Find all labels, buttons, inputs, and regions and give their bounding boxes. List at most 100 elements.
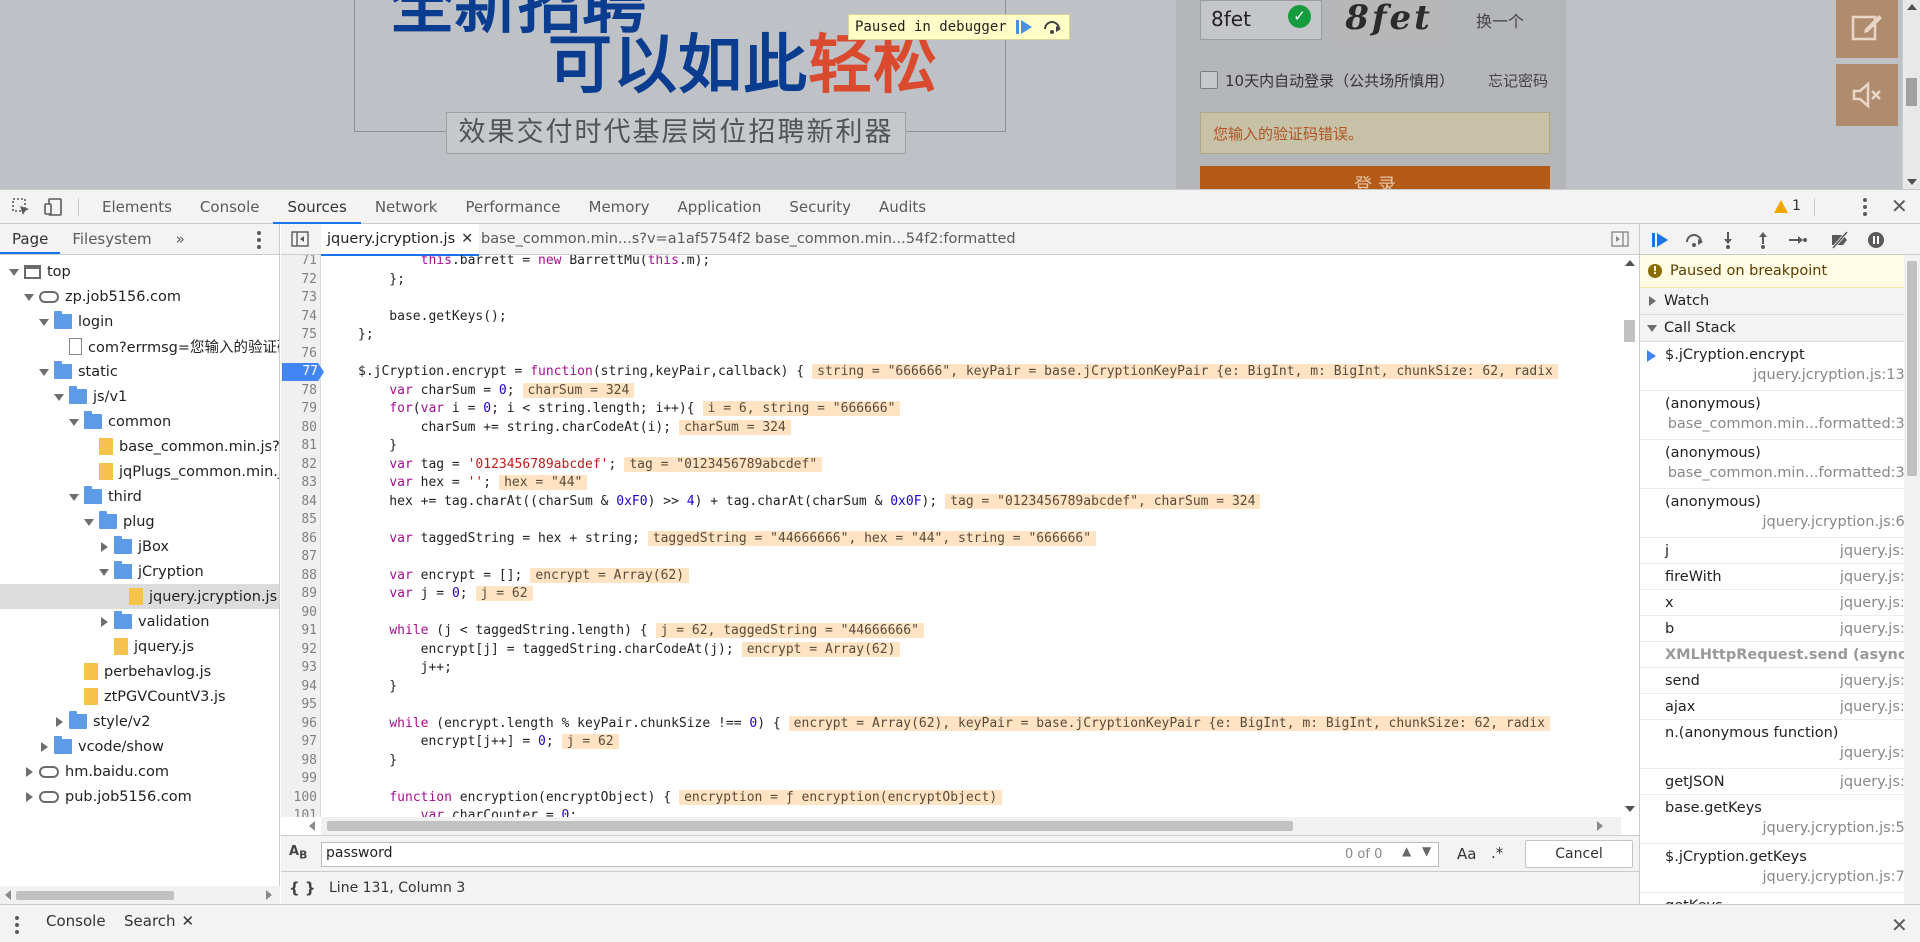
editor-tab-base-common[interactable]: base_common.min...s?v=a1af5754f2 xyxy=(481,224,751,255)
search-input[interactable]: password xyxy=(321,842,1439,867)
call-frame[interactable]: ajax jquery.js:4 xyxy=(1640,694,1920,720)
tree-item[interactable]: login xyxy=(0,309,279,334)
frame-location[interactable]: jquery.js:4 xyxy=(1640,744,1920,766)
deactivate-breakpoints-icon[interactable] xyxy=(1830,230,1850,250)
tree-item[interactable]: perbehavlog.js xyxy=(0,659,279,684)
collapsed-arrow-icon[interactable] xyxy=(98,541,110,553)
expanded-arrow-icon[interactable] xyxy=(38,366,50,378)
tab-page[interactable]: Page xyxy=(0,224,61,254)
step-into-icon[interactable] xyxy=(1718,230,1738,250)
close-drawer-icon[interactable]: ✕ xyxy=(1891,915,1908,935)
devtools-menu-icon[interactable] xyxy=(1862,198,1868,216)
step-over-icon[interactable] xyxy=(1041,17,1063,37)
tab-network[interactable]: Network xyxy=(361,190,452,224)
toggle-navigator-icon[interactable] xyxy=(291,231,309,251)
collapsed-arrow-icon[interactable] xyxy=(23,791,35,803)
regex-toggle[interactable]: .* xyxy=(1491,844,1503,862)
editor-tab-base-common-formatted[interactable]: base_common.min...54f2:formatted xyxy=(755,224,1016,255)
step-over-icon[interactable] xyxy=(1684,230,1704,250)
call-frame[interactable]: getKeysbase_common.min...formatted:33 xyxy=(1640,893,1920,904)
code-line[interactable]: 90 xyxy=(281,604,1621,622)
tree-item[interactable]: jqPlugs_common.min.js xyxy=(0,459,279,484)
line-number[interactable]: 96 xyxy=(281,715,317,733)
line-number[interactable]: 86 xyxy=(281,530,317,548)
code-line[interactable]: 75}; xyxy=(281,326,1621,344)
tree-item[interactable]: validation xyxy=(0,609,279,634)
code-line[interactable]: 89 var j = 0; j = 62 xyxy=(281,585,1621,603)
toggle-debugger-icon[interactable] xyxy=(1611,231,1629,251)
code-line[interactable]: 73 xyxy=(281,289,1621,307)
call-stack-section-header[interactable]: Call Stack xyxy=(1640,315,1920,342)
edit-tile[interactable] xyxy=(1836,0,1898,58)
tree-item[interactable]: common xyxy=(0,409,279,434)
tree-item[interactable]: com?errmsg=您输入的验证码错误。 xyxy=(0,334,279,359)
editor-vertical-scrollbar[interactable] xyxy=(1621,255,1639,817)
expanded-arrow-icon[interactable] xyxy=(23,291,35,303)
call-frame[interactable]: base.getKeys jquery.jcryption.js:57 xyxy=(1640,795,1920,844)
device-toolbar-icon[interactable] xyxy=(44,198,62,216)
code-line[interactable]: 93 j++; xyxy=(281,659,1621,677)
tab-filesystem[interactable]: Filesystem xyxy=(60,224,163,254)
captcha-refresh-link[interactable]: 换一个 xyxy=(1476,8,1524,32)
drawer-tab-search[interactable]: Search ✕ xyxy=(124,912,194,930)
expanded-arrow-icon[interactable] xyxy=(38,316,50,328)
forgot-password-link[interactable]: 忘记密码 xyxy=(1488,70,1548,91)
line-number[interactable]: 81 xyxy=(281,437,317,455)
code-line[interactable]: 81 } xyxy=(281,437,1621,455)
close-tab-icon[interactable]: ✕ xyxy=(461,231,473,247)
tree-item[interactable]: jBox xyxy=(0,534,279,559)
line-number[interactable]: 98 xyxy=(281,752,317,770)
line-number[interactable]: 87 xyxy=(281,548,317,566)
captcha-image[interactable]: 8fet xyxy=(1334,0,1444,42)
line-number[interactable]: 85 xyxy=(281,511,317,529)
breakpoint-marker[interactable]: 77 xyxy=(282,363,324,381)
drawer-menu-icon[interactable] xyxy=(14,916,20,934)
line-number[interactable]: 99 xyxy=(281,770,317,788)
tree-item[interactable]: jquery.js xyxy=(0,634,279,659)
tree-item[interactable]: jquery.jcryption.js xyxy=(0,584,279,609)
tree-item[interactable]: jCryption xyxy=(0,559,279,584)
line-number[interactable]: 75 xyxy=(281,326,317,344)
code-line[interactable]: 85 xyxy=(281,511,1621,529)
line-number[interactable]: 92 xyxy=(281,641,317,659)
call-frame[interactable]: x jquery.js:4 xyxy=(1640,590,1920,616)
code-line[interactable]: 99 xyxy=(281,770,1621,788)
tree-item[interactable]: static xyxy=(0,359,279,384)
line-number[interactable]: 90 xyxy=(281,604,317,622)
search-previous-icon[interactable]: ▲ xyxy=(1402,844,1411,858)
drawer-tab-console[interactable]: Console xyxy=(46,912,106,930)
watch-section-header[interactable]: Watch xyxy=(1640,288,1920,315)
line-number[interactable]: 93 xyxy=(281,659,317,677)
line-number[interactable]: 82 xyxy=(281,456,317,474)
debugger-scrollbar[interactable] xyxy=(1904,255,1920,904)
frame-location[interactable]: base_common.min...formatted:33 xyxy=(1640,415,1920,437)
code-line[interactable]: 79 for(var i = 0; i < string.length; i++… xyxy=(281,400,1621,418)
resume-icon[interactable] xyxy=(1013,17,1035,37)
call-frame[interactable]: getJSON jquery.js:4 xyxy=(1640,769,1920,795)
code-line-breakpoint[interactable]: 77 $.jCryption.encrypt = function(string,… xyxy=(281,363,1621,381)
line-number[interactable]: 101 xyxy=(281,807,317,817)
navigator-menu-icon[interactable] xyxy=(256,231,262,249)
navigator-scrollbar[interactable] xyxy=(0,886,280,904)
line-number[interactable]: 74 xyxy=(281,308,317,326)
tree-item[interactable]: top xyxy=(0,259,279,284)
tab-application[interactable]: Application xyxy=(664,190,776,224)
frame-location[interactable]: jquery.jcryption.js:60 xyxy=(1640,513,1920,535)
step-icon[interactable] xyxy=(1787,230,1807,250)
line-number[interactable]: 91 xyxy=(281,622,317,640)
code-line[interactable]: 82 var tag = '0123456789abcdef'; tag = "0… xyxy=(281,456,1621,474)
tab-security[interactable]: Security xyxy=(775,190,865,224)
code-line[interactable]: 95 xyxy=(281,696,1621,714)
tree-item[interactable]: pub.job5156.com xyxy=(0,784,279,809)
remember-checkbox[interactable] xyxy=(1200,71,1218,89)
line-number[interactable]: 76 xyxy=(281,345,317,363)
tree-item[interactable]: vcode/show xyxy=(0,734,279,759)
replace-toggle-icon[interactable]: AB xyxy=(289,844,307,862)
line-number[interactable]: 89 xyxy=(281,585,317,603)
collapsed-arrow-icon[interactable] xyxy=(23,766,35,778)
code-line[interactable]: 83 var hex = ''; hex = "44" xyxy=(281,474,1621,492)
expanded-arrow-icon[interactable] xyxy=(68,491,80,503)
line-number[interactable]: 88 xyxy=(281,567,317,585)
code-line[interactable]: 98 } xyxy=(281,752,1621,770)
call-frame[interactable]: $.jCryption.encrypt jquery.jcryption.js:1… xyxy=(1640,342,1920,391)
